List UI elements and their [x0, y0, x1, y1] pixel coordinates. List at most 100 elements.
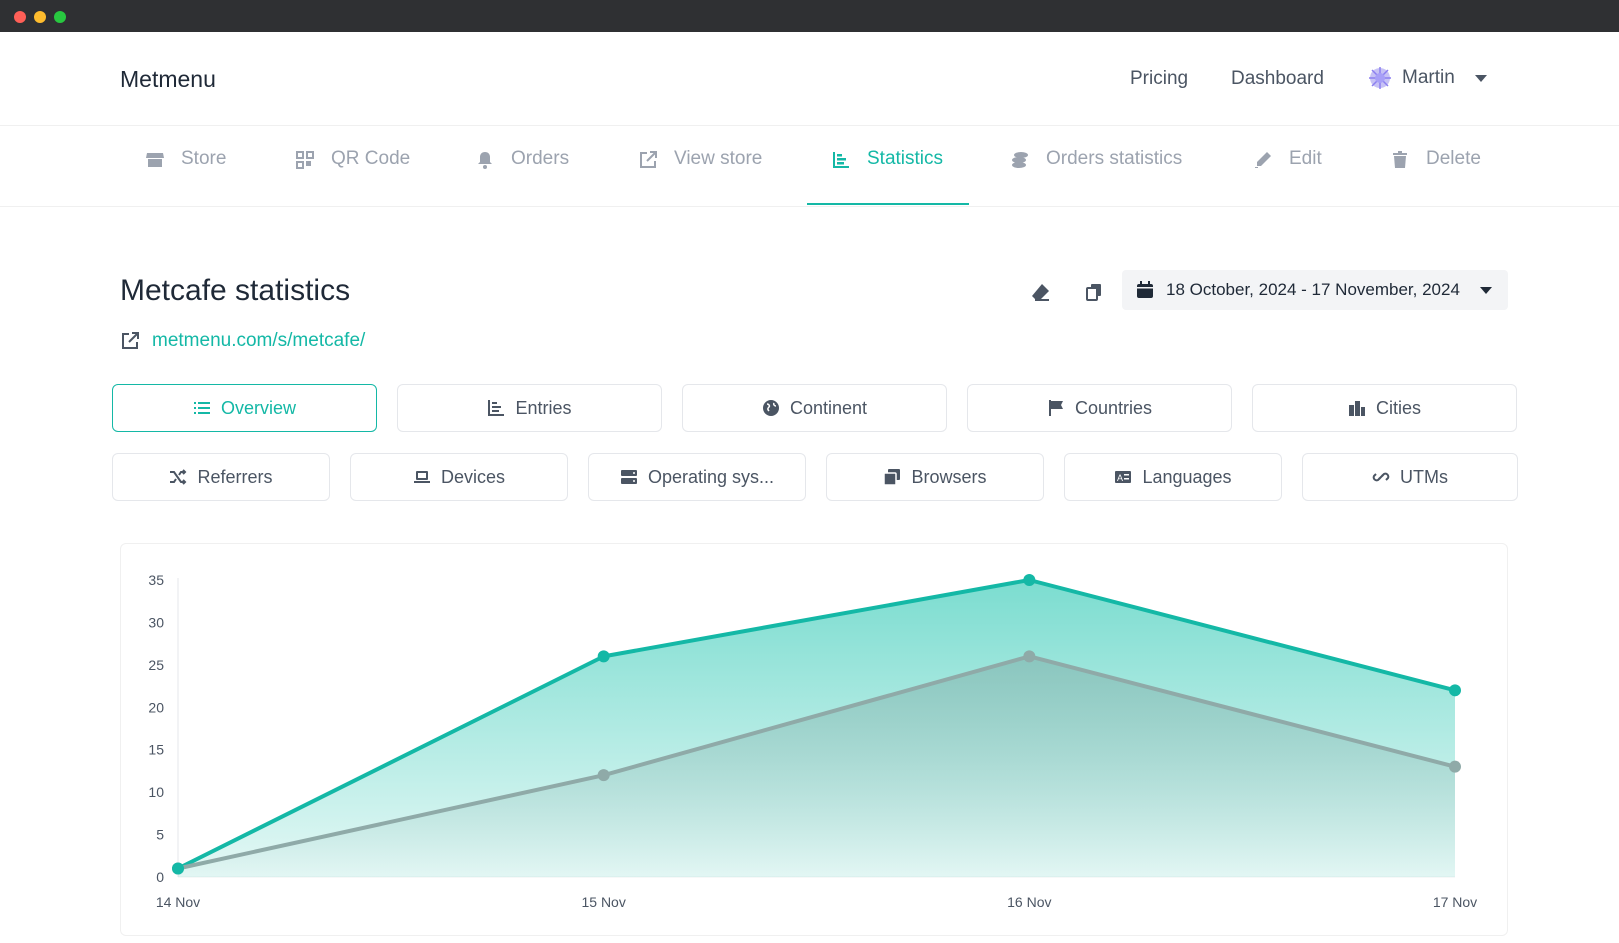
tab-label: Orders statistics: [1046, 148, 1183, 169]
x-tick-label: 17 Nov: [1433, 894, 1477, 910]
nav-pricing-link[interactable]: Pricing: [1130, 68, 1188, 90]
y-tick-label: 15: [148, 742, 164, 758]
store-link-row: metmenu.com/s/metcafe/: [120, 330, 365, 352]
series-2-point: [597, 769, 610, 782]
flag-icon: [1048, 400, 1063, 416]
window-icon: [883, 469, 901, 486]
y-tick-label: 20: [148, 699, 164, 715]
nav-dashboard-link[interactable]: Dashboard: [1231, 68, 1324, 90]
brand-logo[interactable]: Metmenu: [120, 66, 216, 93]
tab-label: Statistics: [867, 148, 944, 169]
store-link[interactable]: metmenu.com/s/metcafe/: [152, 330, 365, 352]
city-icon: [1348, 401, 1365, 416]
tab-label: QR Code: [331, 148, 411, 169]
close-window-button[interactable]: [14, 11, 26, 23]
laptop-icon: [413, 471, 430, 483]
trash-icon: [1393, 151, 1407, 168]
chart-icon: [833, 152, 849, 168]
language-icon: A: [1115, 471, 1132, 483]
page-title: Metcafe statistics: [120, 274, 351, 307]
date-range-picker[interactable]: 18 October, 2024 - 17 November, 2024: [1122, 270, 1508, 310]
tab-delete[interactable]: Delete: [1390, 148, 1481, 208]
external-link-icon: [122, 332, 139, 349]
external-link-icon: [640, 151, 657, 168]
x-tick-label: 16 Nov: [1007, 894, 1051, 910]
user-menu[interactable]: Martin: [1368, 66, 1487, 90]
segment-countries[interactable]: Countries: [967, 384, 1232, 432]
user-name: Martin: [1402, 67, 1455, 88]
tab-label: View store: [674, 148, 763, 169]
tab-orders[interactable]: Orders: [475, 148, 569, 208]
segment-label: Operating sys...: [647, 466, 775, 487]
pencil-icon: [1255, 152, 1271, 168]
tab-view-store[interactable]: View store: [638, 148, 762, 208]
svg-text:A: A: [1117, 473, 1123, 483]
tab-orders-statistics[interactable]: Orders statistics: [1010, 148, 1182, 208]
segment-label: Devices: [440, 466, 506, 487]
tab-label: Delete: [1426, 148, 1481, 169]
chart-icon: [488, 400, 505, 416]
y-tick-label: 25: [148, 657, 164, 673]
y-tick-label: 0: [156, 869, 164, 885]
series-1-point: [1023, 574, 1036, 586]
x-tick-label: 14 Nov: [156, 894, 200, 910]
series-1-point: [172, 862, 184, 875]
chevron-down-icon: [1480, 287, 1492, 294]
copy-icon[interactable]: [1084, 282, 1104, 302]
divider: [0, 206, 1619, 207]
x-tick-label: 15 Nov: [581, 894, 625, 910]
link-icon: [1372, 472, 1390, 482]
tab-store[interactable]: Store: [145, 148, 226, 208]
series-1-point: [597, 650, 610, 663]
y-tick-label: 30: [148, 614, 164, 630]
segment-referrers[interactable]: Referrers: [112, 453, 330, 501]
y-tick-label: 5: [156, 827, 164, 843]
visits-area-chart: 0 5 10 15 20 25 30 35 14 Nov 15 Nov 16 Nov 17 Nov: [148, 572, 1477, 910]
coins-icon: [1012, 152, 1028, 168]
minimize-window-button[interactable]: [34, 11, 46, 23]
window-titlebar: [0, 0, 1619, 32]
list-icon: [193, 402, 210, 414]
maximize-window-button[interactable]: [54, 11, 66, 23]
store-icon: [146, 153, 164, 167]
server-icon: [620, 470, 637, 484]
segment-label: Countries: [1074, 397, 1153, 418]
segment-label: Browsers: [911, 466, 987, 487]
y-tick-label: 35: [148, 572, 164, 588]
qrcode-icon: [296, 151, 314, 169]
segment-label: Continent: [789, 397, 868, 418]
tab-statistics[interactable]: Statistics: [831, 148, 943, 208]
tab-label: Edit: [1289, 148, 1322, 169]
segment-label: Languages: [1142, 466, 1232, 487]
segment-label: Overview: [220, 397, 296, 418]
segment-utms[interactable]: UTMs: [1302, 453, 1518, 501]
avatar: [1369, 67, 1391, 89]
segment-browsers[interactable]: Browsers: [826, 453, 1044, 501]
series-2-point: [1023, 650, 1036, 663]
series-2-point: [1449, 760, 1461, 773]
tab-edit[interactable]: Edit: [1253, 148, 1322, 208]
tab-qr-code[interactable]: QR Code: [295, 148, 410, 208]
globe-icon: [762, 400, 779, 416]
calendar-icon: [1137, 281, 1153, 298]
segment-label: Cities: [1375, 397, 1421, 418]
series-1-point: [1449, 684, 1461, 697]
segment-languages[interactable]: A Languages: [1064, 453, 1282, 501]
segment-overview[interactable]: Overview: [112, 384, 377, 432]
date-range-text: 18 October, 2024 - 17 November, 2024: [1166, 280, 1460, 299]
segment-devices[interactable]: Devices: [350, 453, 568, 501]
segment-label: Referrers: [197, 466, 273, 487]
active-tab-indicator: [807, 203, 969, 205]
segment-label: Entries: [515, 397, 572, 418]
chevron-down-icon: [1474, 74, 1487, 82]
shuffle-icon: [170, 469, 187, 485]
segment-cities[interactable]: Cities: [1252, 384, 1517, 432]
segment-continent[interactable]: Continent: [682, 384, 947, 432]
segment-entries[interactable]: Entries: [397, 384, 662, 432]
divider: [0, 125, 1619, 126]
tab-label: Orders: [511, 148, 570, 169]
tab-label: Store: [181, 148, 227, 169]
segment-label: UTMs: [1400, 466, 1448, 487]
segment-operating-systems[interactable]: Operating sys...: [588, 453, 806, 501]
eraser-icon[interactable]: [1031, 282, 1051, 302]
